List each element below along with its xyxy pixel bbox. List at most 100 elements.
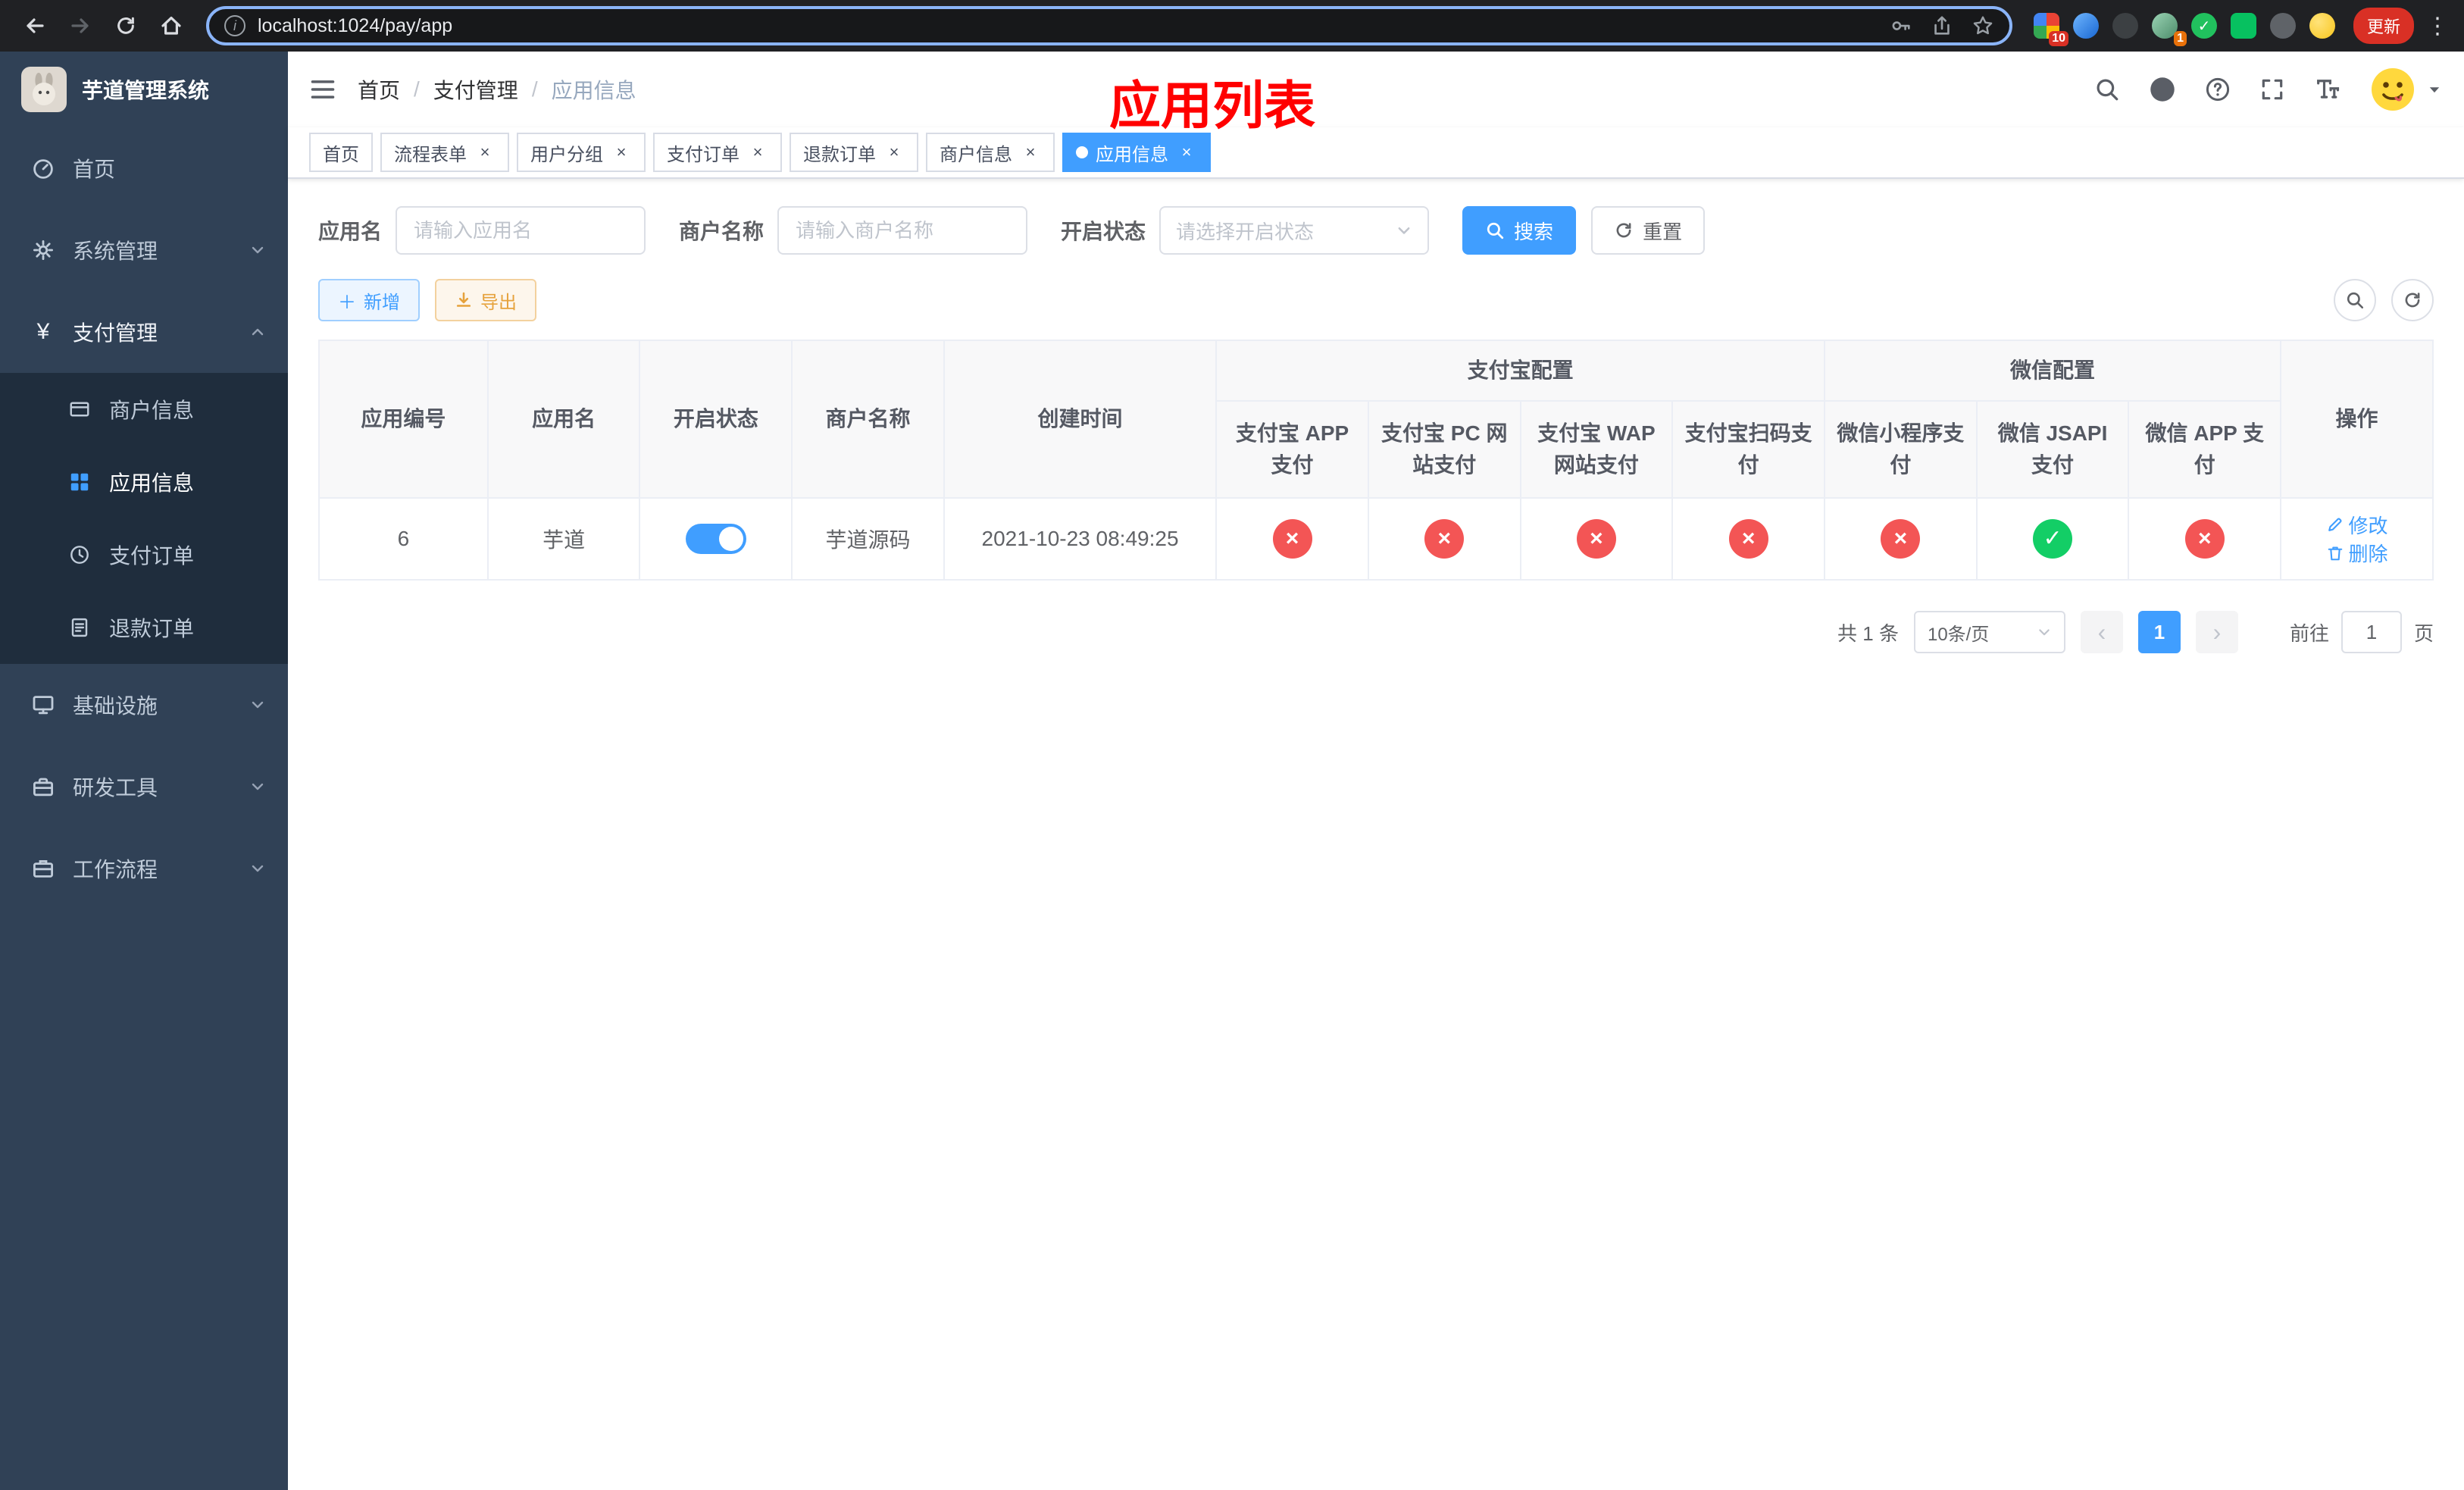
delete-button-label: 删除 bbox=[2348, 543, 2388, 565]
status-toggle[interactable] bbox=[685, 524, 746, 554]
next-page-button[interactable]: › bbox=[2195, 611, 2238, 653]
caret-down-icon bbox=[2426, 81, 2443, 98]
extension-icon[interactable] bbox=[2112, 13, 2138, 39]
site-info-icon[interactable]: i bbox=[224, 15, 245, 36]
close-icon[interactable]: × bbox=[611, 142, 632, 163]
sidebar-item-label: 基础设施 bbox=[73, 694, 158, 718]
reset-button[interactable]: 重置 bbox=[1591, 206, 1706, 255]
add-button[interactable]: ＋ 新增 bbox=[318, 279, 420, 321]
sidebar-item-home[interactable]: 首页 bbox=[0, 127, 288, 209]
browser-back-icon[interactable] bbox=[15, 6, 55, 45]
tab-pay-order[interactable]: 支付订单 × bbox=[653, 133, 782, 172]
user-menu[interactable] bbox=[2370, 67, 2443, 112]
breadcrumb-item[interactable]: 首页 bbox=[358, 74, 400, 105]
edit-button[interactable]: 修改 bbox=[2326, 511, 2388, 539]
status-select[interactable]: 请选择开启状态 bbox=[1159, 206, 1430, 255]
tab-user-group[interactable]: 用户分组 × bbox=[517, 133, 646, 172]
app-name-input[interactable] bbox=[396, 206, 646, 255]
sidebar-item-merchant-info[interactable]: 商户信息 bbox=[0, 373, 288, 446]
app-logo-row[interactable]: 芋道管理系统 bbox=[0, 52, 288, 127]
close-icon[interactable]: × bbox=[1020, 142, 1041, 163]
github-icon[interactable] bbox=[2149, 76, 2176, 103]
browser-forward-icon[interactable] bbox=[61, 6, 100, 45]
col-header-name: 应用名 bbox=[486, 340, 641, 499]
extension-icon[interactable] bbox=[2309, 13, 2335, 39]
refresh-table-button[interactable] bbox=[2391, 279, 2434, 321]
delete-button[interactable]: 删除 bbox=[2326, 539, 2388, 567]
browser-menu-icon[interactable]: ⋮ bbox=[2426, 13, 2449, 39]
close-icon[interactable]: × bbox=[1176, 142, 1197, 163]
tags-view-bar: 首页 流程表单 × 用户分组 × 支付订单 × 退款订单 × 商户信息 × 应用… bbox=[288, 127, 2464, 179]
fullscreen-icon[interactable] bbox=[2259, 77, 2285, 102]
tab-refund-order[interactable]: 退款订单 × bbox=[790, 133, 918, 172]
close-icon[interactable]: × bbox=[747, 142, 768, 163]
toggle-search-button[interactable] bbox=[2334, 279, 2376, 321]
sidebar-item-infrastructure[interactable]: 基础设施 bbox=[0, 664, 288, 746]
main-area: 首页 / 支付管理 / 应用信息 首页 流程表单 × 用户分组 × 支付订单 ×… bbox=[288, 52, 2464, 1490]
plus-icon: ＋ bbox=[338, 292, 356, 313]
extension-icon[interactable]: ✓ bbox=[2190, 13, 2217, 39]
sidebar-item-dev-tools[interactable]: 研发工具 bbox=[0, 746, 288, 828]
alipay-wap-status-icon: × bbox=[1576, 519, 1616, 559]
tab-label: 应用信息 bbox=[1096, 144, 1168, 165]
password-key-icon[interactable] bbox=[1890, 14, 1912, 37]
breadcrumb-item[interactable]: 支付管理 bbox=[433, 74, 518, 105]
share-icon[interactable] bbox=[1931, 14, 1953, 37]
add-button-label: 新增 bbox=[364, 292, 400, 313]
search-button[interactable]: 搜索 bbox=[1462, 206, 1577, 255]
wx-jsapi-status-icon: ✓ bbox=[2033, 519, 2073, 559]
url-bar[interactable]: i localhost:1024/pay/app bbox=[206, 6, 2012, 45]
sidebar-item-app-info[interactable]: 应用信息 bbox=[0, 446, 288, 518]
current-page-button[interactable]: 1 bbox=[2137, 611, 2181, 653]
extension-icon[interactable] bbox=[2269, 13, 2296, 39]
browser-reload-icon[interactable] bbox=[106, 6, 145, 45]
col-group-alipay: 支付宝配置 bbox=[1215, 340, 1826, 402]
bookmark-star-icon[interactable] bbox=[1972, 14, 1994, 37]
col-header-wx-app: 微信 APP 支付 bbox=[2128, 400, 2282, 499]
goto-page-input[interactable] bbox=[2340, 611, 2402, 653]
cell-id: 6 bbox=[317, 497, 489, 581]
sidebar: 芋道管理系统 首页 系统管理 ¥ 支付管理 商户信息 应用信息 支付订单 退款订… bbox=[0, 52, 288, 1490]
tab-label: 首页 bbox=[323, 144, 359, 165]
page-annotation-title: 应用列表 bbox=[1108, 77, 1316, 135]
merchant-name-label: 商户名称 bbox=[679, 220, 765, 243]
browser-update-button[interactable]: 更新 bbox=[2353, 8, 2414, 44]
tab-process-form[interactable]: 流程表单 × bbox=[380, 133, 509, 172]
merchant-name-input[interactable] bbox=[777, 206, 1028, 255]
app-title: 芋道管理系统 bbox=[82, 79, 210, 102]
tab-home[interactable]: 首页 bbox=[309, 133, 373, 172]
goto-unit-label: 页 bbox=[2413, 621, 2434, 645]
sidebar-item-refund-order[interactable]: 退款订单 bbox=[0, 591, 288, 664]
tab-label: 退款订单 bbox=[803, 144, 876, 165]
briefcase-icon bbox=[30, 856, 56, 881]
help-icon[interactable] bbox=[2205, 77, 2231, 102]
close-icon[interactable]: × bbox=[883, 142, 905, 163]
browser-home-icon[interactable] bbox=[152, 6, 191, 45]
chevron-down-icon bbox=[249, 241, 267, 259]
tab-merchant-info[interactable]: 商户信息 × bbox=[926, 133, 1055, 172]
document-icon bbox=[67, 616, 92, 639]
font-size-icon[interactable] bbox=[2314, 76, 2341, 103]
cell-created: 2021-10-23 08:49:25 bbox=[943, 497, 1218, 581]
extension-icon[interactable]: 10 bbox=[2033, 13, 2068, 46]
breadcrumb-separator: / bbox=[414, 77, 420, 101]
sidebar-item-system[interactable]: 系统管理 bbox=[0, 209, 288, 291]
page-size-select[interactable]: 10条/页 bbox=[1913, 611, 2065, 653]
wx-app-status-icon: × bbox=[2184, 519, 2225, 559]
col-header-wx-jsapi: 微信 JSAPI 支付 bbox=[1975, 400, 2130, 499]
export-button[interactable]: 导出 bbox=[435, 279, 536, 321]
sidebar-item-workflow[interactable]: 工作流程 bbox=[0, 828, 288, 909]
close-icon[interactable]: × bbox=[474, 142, 496, 163]
sidebar-item-pay-order[interactable]: 支付订单 bbox=[0, 518, 288, 591]
extension-icon[interactable]: 1 bbox=[2151, 13, 2187, 46]
sidebar-item-payment[interactable]: ¥ 支付管理 bbox=[0, 291, 288, 373]
search-icon[interactable] bbox=[2094, 77, 2120, 102]
extension-icon[interactable] bbox=[2230, 13, 2256, 39]
extension-badge: 10 bbox=[2049, 31, 2068, 46]
table-row: 6 芋道 芋道源码 2021-10-23 08:49:25 × × × × × … bbox=[317, 497, 2434, 581]
chevron-down-icon bbox=[1396, 222, 1412, 239]
export-button-label: 导出 bbox=[480, 292, 517, 313]
sidebar-collapse-icon[interactable] bbox=[309, 76, 336, 103]
prev-page-button[interactable]: ‹ bbox=[2080, 611, 2123, 653]
extension-icon[interactable] bbox=[2072, 13, 2099, 39]
